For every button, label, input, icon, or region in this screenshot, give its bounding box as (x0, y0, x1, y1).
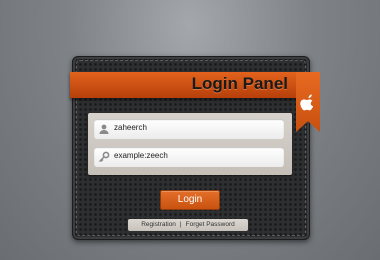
username-value: zaheerch (114, 123, 147, 132)
registration-link[interactable]: Registration (139, 221, 178, 228)
link-separator: | (179, 221, 182, 228)
login-button[interactable]: Login (160, 190, 220, 210)
password-field[interactable]: example:zeech (94, 147, 284, 167)
password-value: example:zeech (114, 151, 168, 160)
forgot-password-link[interactable]: Forget Password (184, 221, 237, 228)
page-title: Login Panel (191, 74, 288, 93)
username-field[interactable]: zaheerch (94, 119, 284, 139)
user-icon (99, 124, 109, 134)
apple-icon (300, 94, 314, 111)
title-banner: Login Panel (70, 72, 296, 98)
footer-links: Registration | Forget Password (128, 219, 248, 231)
key-icon (99, 151, 110, 162)
credentials-box: zaheerch example:zeech (88, 113, 292, 175)
